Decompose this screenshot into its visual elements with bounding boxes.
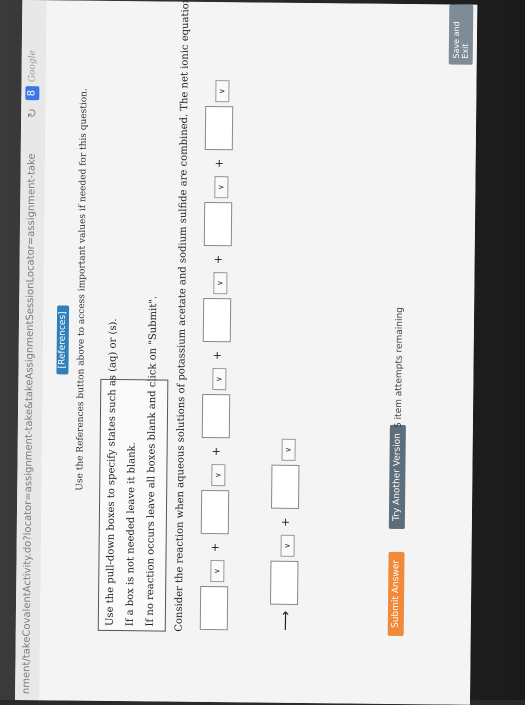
search-engine-label[interactable]: Google <box>27 50 37 82</box>
plus-sign: + <box>209 446 223 457</box>
instruction-line-1: Use the pull-down boxes to specify state… <box>104 318 120 627</box>
try-another-version-button[interactable]: Try Another Version <box>388 425 406 530</box>
instructions-box: Use the pull-down boxes to specify state… <box>97 296 169 632</box>
reactant-2-formula-box[interactable] <box>200 489 230 535</box>
url-text[interactable]: nment/takeCovalentActivity.do?locator=as… <box>21 153 38 694</box>
question-text: Consider the reaction when aqueous solut… <box>173 0 193 632</box>
reactant-6-formula-box[interactable] <box>204 105 234 151</box>
product-2-state-select[interactable]: ∨ <box>281 438 296 461</box>
instruction-line-3: If no reaction occurs leave all boxes bl… <box>144 295 160 627</box>
plus-sign: + <box>211 254 225 265</box>
product-2-formula-box[interactable] <box>271 464 300 509</box>
reactant-3-state-select[interactable]: ∨ <box>212 368 227 391</box>
reactant-1-formula-box[interactable] <box>199 585 229 631</box>
reactant-6-state-select[interactable]: ∨ <box>215 80 230 103</box>
plus-sign: + <box>212 158 226 169</box>
product-1-formula-box[interactable] <box>270 560 299 605</box>
plus-sign: + <box>208 542 222 553</box>
references-note: Use the References button above to acces… <box>75 88 90 491</box>
submit-answer-button[interactable]: Submit Answer <box>387 551 405 637</box>
reactant-5-state-select[interactable]: ∨ <box>214 176 229 199</box>
google-icon[interactable]: 8 <box>25 86 40 101</box>
page-content: [References] Use the References button a… <box>38 0 478 705</box>
save-and-exit-button[interactable]: Save and Exit <box>448 4 474 65</box>
reactant-3-formula-box[interactable] <box>201 393 231 439</box>
product-1-state-select[interactable]: ∨ <box>280 534 295 557</box>
reload-icon[interactable]: ↻ <box>25 108 39 118</box>
instruction-line-2: If a box is not needed leave it blank. <box>124 442 138 627</box>
reactant-4-formula-box[interactable] <box>202 297 232 343</box>
reaction-arrow: ⟶ <box>277 610 294 631</box>
screen: nment/takeCovalentActivity.do?locator=as… <box>15 0 478 705</box>
reactant-2-state-select[interactable]: ∨ <box>211 464 226 487</box>
attempts-remaining: 5 item attempts remaining <box>393 307 406 429</box>
reactant-4-state-select[interactable]: ∨ <box>213 272 228 295</box>
reactant-5-formula-box[interactable] <box>203 201 233 247</box>
plus-sign: + <box>210 350 224 361</box>
reactant-1-state-select[interactable]: ∨ <box>210 560 225 583</box>
references-button[interactable]: [References] <box>56 305 70 375</box>
plus-sign: + <box>278 517 292 527</box>
